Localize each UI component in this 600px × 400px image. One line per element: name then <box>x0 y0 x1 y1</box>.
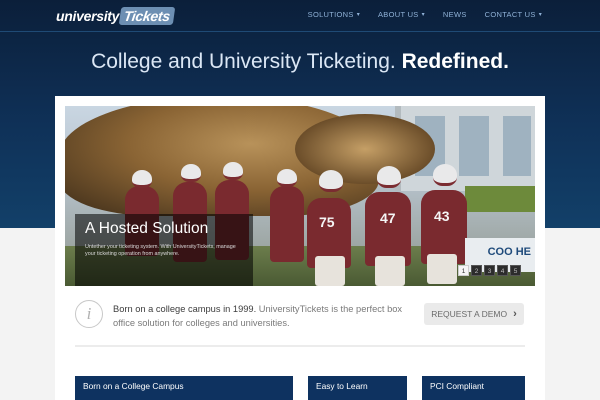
player <box>421 190 467 264</box>
inflatable-mascot-head <box>295 114 435 184</box>
headline-emphasis: Redefined. <box>401 50 509 73</box>
hero-headline: College and University Ticketing. Redefi… <box>0 50 600 74</box>
feature-title: Born on a College Campus <box>83 381 184 391</box>
player <box>270 186 304 262</box>
logo-wordmark: university Tickets <box>56 7 176 25</box>
slider-photo: 75 47 43 COO HE A Hosted Solution Unteth… <box>65 106 535 286</box>
stadium-sign-text: COO HE <box>487 246 531 258</box>
main-menu: SOLUTIONS ▾ ABOUT US ▾ NEWS CONTACT US ▾ <box>308 10 542 19</box>
helmet <box>132 170 152 188</box>
chevron-down-icon: ▾ <box>538 12 542 18</box>
section-divider <box>75 345 525 347</box>
helmet <box>181 164 201 182</box>
nav-news-label: NEWS <box>442 10 467 19</box>
top-navigation: university Tickets SOLUTIONS ▾ ABOUT US ▾… <box>0 0 600 32</box>
feature-title: PCI Compliant <box>430 381 484 391</box>
nav-solutions[interactable]: SOLUTIONS ▾ <box>308 10 360 19</box>
helmet <box>223 162 243 180</box>
feature-pci-compliant[interactable]: PCI Compliant <box>422 376 525 400</box>
player-pants <box>375 256 405 286</box>
slider-page-2[interactable]: 2 <box>471 265 482 276</box>
feature-easy-to-learn[interactable]: Easy to Learn <box>308 376 407 400</box>
feature-born-on-campus[interactable]: Born on a College Campus <box>75 376 293 400</box>
logo-text-tickets: Tickets <box>118 7 176 25</box>
helmet <box>277 169 297 187</box>
nav-news[interactable]: NEWS <box>443 10 467 19</box>
nav-contact-us[interactable]: CONTACT US ▾ <box>485 10 542 19</box>
slider-page-5[interactable]: 5 <box>510 265 521 276</box>
nav-contact-us-label: CONTACT US <box>484 10 536 19</box>
headline-text: College and University Ticketing. <box>91 50 396 73</box>
slider-page-4[interactable]: 4 <box>497 265 508 276</box>
nav-solutions-label: SOLUTIONS <box>307 10 354 19</box>
chevron-right-icon: › <box>513 308 517 320</box>
content-card: 75 47 43 COO HE A Hosted Solution Unteth… <box>55 96 545 400</box>
chevron-down-icon: ▾ <box>356 12 360 18</box>
jersey-number: 43 <box>434 208 450 224</box>
request-demo-button[interactable]: REQUEST A DEMO › <box>424 303 524 325</box>
slide-caption-text: Untether your ticketing system. With Uni… <box>85 244 236 257</box>
nav-about-us[interactable]: ABOUT US ▾ <box>378 10 425 19</box>
jersey-number: 47 <box>380 210 396 226</box>
slide-caption: A Hosted Solution Untether your ticketin… <box>75 214 253 286</box>
chevron-down-icon: ▾ <box>421 12 425 18</box>
request-demo-label: REQUEST A DEMO <box>431 309 508 319</box>
slider-pager: 1 2 3 4 5 <box>458 265 521 276</box>
jersey-number: 75 <box>319 214 335 230</box>
player-pants <box>315 256 345 286</box>
nav-about-us-label: ABOUT US <box>378 10 419 19</box>
intro-text: Born on a college campus in 1999. Univer… <box>113 302 418 330</box>
slider-page-1[interactable]: 1 <box>458 265 469 276</box>
hedge <box>465 186 535 212</box>
slide-caption-title: A Hosted Solution <box>85 220 209 237</box>
logo-text-university: university <box>56 8 120 24</box>
info-icon: i <box>75 300 103 328</box>
intro-lead: Born on a college campus in 1999. <box>113 304 257 314</box>
slider-page-3[interactable]: 3 <box>484 265 495 276</box>
player <box>365 192 411 266</box>
logo[interactable]: university Tickets <box>56 6 176 26</box>
helmet <box>377 166 401 188</box>
helmet <box>319 170 343 192</box>
helmet <box>433 164 457 186</box>
player-pants <box>427 254 457 284</box>
feature-title: Easy to Learn <box>316 381 368 391</box>
